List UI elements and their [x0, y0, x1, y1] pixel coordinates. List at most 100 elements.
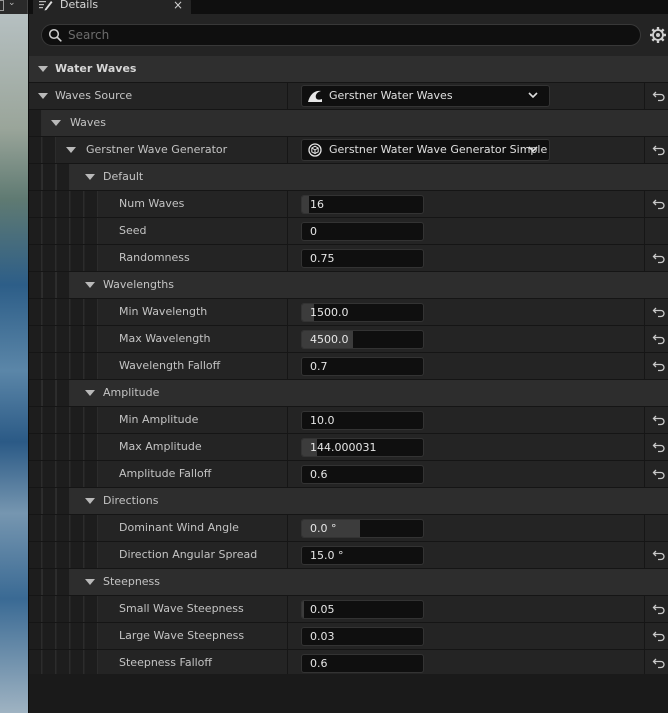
category-steepness[interactable]: Steepness — [29, 569, 668, 596]
property-label: Seed — [119, 224, 147, 237]
field-value: 0.05 — [310, 603, 335, 616]
max-amplitude-input[interactable]: 144.000031 — [301, 438, 424, 457]
details-pencil-icon — [39, 1, 53, 11]
property-seed: Seed 0 — [29, 218, 668, 245]
expand-triangle-icon[interactable] — [38, 66, 48, 72]
category-directions[interactable]: Directions — [29, 488, 668, 515]
property-label: Min Wavelength — [119, 305, 208, 318]
wave-icon — [308, 90, 322, 102]
category-label: Water Waves — [55, 62, 137, 75]
property-steepness-falloff: Steepness Falloff 0.6 — [29, 650, 668, 677]
reset-to-default-icon[interactable] — [652, 602, 666, 616]
search-box[interactable] — [41, 24, 641, 46]
large-wave-steepness-input[interactable]: 0.03 — [301, 627, 424, 646]
close-icon[interactable]: × — [173, 0, 183, 12]
max-wavelength-input[interactable]: 4500.0 — [301, 330, 424, 349]
expand-triangle-icon[interactable] — [38, 93, 48, 99]
gear-icon[interactable] — [649, 26, 667, 44]
search-icon — [48, 28, 62, 42]
steepness-falloff-input[interactable]: 0.6 — [301, 654, 424, 673]
expand-triangle-icon[interactable] — [51, 120, 61, 126]
reset-to-default-icon[interactable] — [652, 440, 666, 454]
expand-triangle-icon[interactable] — [85, 390, 95, 396]
property-dominant-wind-angle: Dominant Wind Angle 0.0 ° — [29, 515, 668, 542]
value-slider-fill — [302, 601, 305, 618]
reset-to-default-icon[interactable] — [652, 89, 666, 103]
field-value: 0.6 — [310, 657, 328, 670]
expand-triangle-icon[interactable] — [85, 498, 95, 504]
field-value: 0.75 — [310, 252, 335, 265]
seed-input[interactable]: 0 — [301, 222, 424, 241]
expand-triangle-icon[interactable] — [85, 579, 95, 585]
property-amplitude-falloff: Amplitude Falloff 0.6 — [29, 461, 668, 488]
field-value: 4500.0 — [310, 333, 349, 346]
tab-title: Details — [60, 0, 99, 11]
search-input[interactable] — [68, 26, 628, 44]
chevron-down-icon — [528, 146, 538, 153]
reset-to-default-icon[interactable] — [652, 251, 666, 265]
category-waves[interactable]: Waves — [29, 110, 668, 137]
property-label: Max Amplitude — [119, 440, 202, 453]
amplitude-falloff-input[interactable]: 0.6 — [301, 465, 424, 484]
field-value: 15.0 ° — [310, 549, 344, 562]
field-value: 0 — [310, 225, 317, 238]
reset-to-default-icon[interactable] — [652, 197, 666, 211]
field-value: 0.7 — [310, 360, 328, 373]
property-max-wavelength: Max Wavelength 4500.0 — [29, 326, 668, 353]
expand-triangle-icon[interactable] — [66, 147, 76, 153]
property-label: Direction Angular Spread — [119, 548, 258, 561]
property-label: Min Amplitude — [119, 413, 199, 426]
expand-triangle-icon[interactable] — [85, 282, 95, 288]
reset-to-default-icon[interactable] — [652, 332, 666, 346]
expand-triangle-icon[interactable] — [85, 174, 95, 180]
property-label: Num Waves — [119, 197, 185, 210]
randomness-input[interactable]: 0.75 — [301, 249, 424, 268]
waves-source-combo[interactable]: Gerstner Water Waves — [301, 85, 550, 107]
wave-generator-combo[interactable]: Gerstner Water Wave Generator Simple — [301, 139, 550, 161]
tab-bar: Details × — [29, 0, 668, 14]
property-label: Steepness Falloff — [119, 656, 212, 669]
category-wavelengths[interactable]: Wavelengths — [29, 272, 668, 299]
reset-to-default-icon[interactable] — [652, 413, 666, 427]
category-default[interactable]: Default — [29, 164, 668, 191]
level-viewport: ⌄ — [0, 0, 28, 713]
reset-to-default-icon[interactable] — [652, 629, 666, 643]
panel-empty-area — [29, 674, 668, 713]
min-amplitude-input[interactable]: 10.0 — [301, 411, 424, 430]
min-wavelength-input[interactable]: 1500.0 — [301, 303, 424, 322]
viewport-toolbar[interactable]: ⌄ — [0, 0, 28, 14]
direction-angular-spread-input[interactable]: 15.0 ° — [301, 546, 424, 565]
category-amplitude[interactable]: Amplitude — [29, 380, 668, 407]
reset-to-default-icon[interactable] — [652, 548, 666, 562]
category-water-waves[interactable]: Water Waves — [29, 56, 668, 83]
combo-value: Gerstner Water Wave Generator Simple — [329, 143, 548, 156]
reset-to-default-icon[interactable] — [652, 467, 666, 481]
small-wave-steepness-input[interactable]: 0.05 — [301, 600, 424, 619]
category-label: Directions — [103, 494, 159, 507]
category-label: Wavelengths — [103, 278, 174, 291]
reset-to-default-icon[interactable] — [652, 359, 666, 373]
wavelength-falloff-input[interactable]: 0.7 — [301, 357, 424, 376]
field-value: 1500.0 — [310, 306, 349, 319]
property-label: Amplitude Falloff — [119, 467, 212, 480]
field-value: 0.0 ° — [310, 522, 337, 535]
dominant-wind-angle-input[interactable]: 0.0 ° — [301, 519, 424, 538]
reset-to-default-icon[interactable] — [652, 656, 666, 670]
viewport-menu-icon[interactable] — [0, 0, 4, 11]
object-class-icon — [308, 143, 322, 157]
property-max-amplitude: Max Amplitude 144.000031 — [29, 434, 668, 461]
num-waves-input[interactable]: 16 — [301, 195, 424, 214]
property-label: Large Wave Steepness — [119, 629, 245, 642]
reset-to-default-icon[interactable] — [652, 143, 666, 157]
property-label: Randomness — [119, 251, 190, 264]
details-panel: Details × Search Water Waves Waves Sourc… — [28, 0, 668, 713]
reset-to-default-icon[interactable] — [652, 305, 666, 319]
property-direction-angular-spread: Direction Angular Spread 15.0 ° — [29, 542, 668, 569]
property-label: Gerstner Wave Generator — [86, 143, 228, 156]
property-min-wavelength: Min Wavelength 1500.0 — [29, 299, 668, 326]
chevron-down-icon[interactable]: ⌄ — [8, 0, 16, 8]
field-value: 144.000031 — [310, 441, 377, 454]
property-waves-source: Waves Source Gerstner Water Waves — [29, 83, 668, 110]
field-value: 0.6 — [310, 468, 328, 481]
tab-details[interactable]: Details × — [33, 0, 191, 14]
